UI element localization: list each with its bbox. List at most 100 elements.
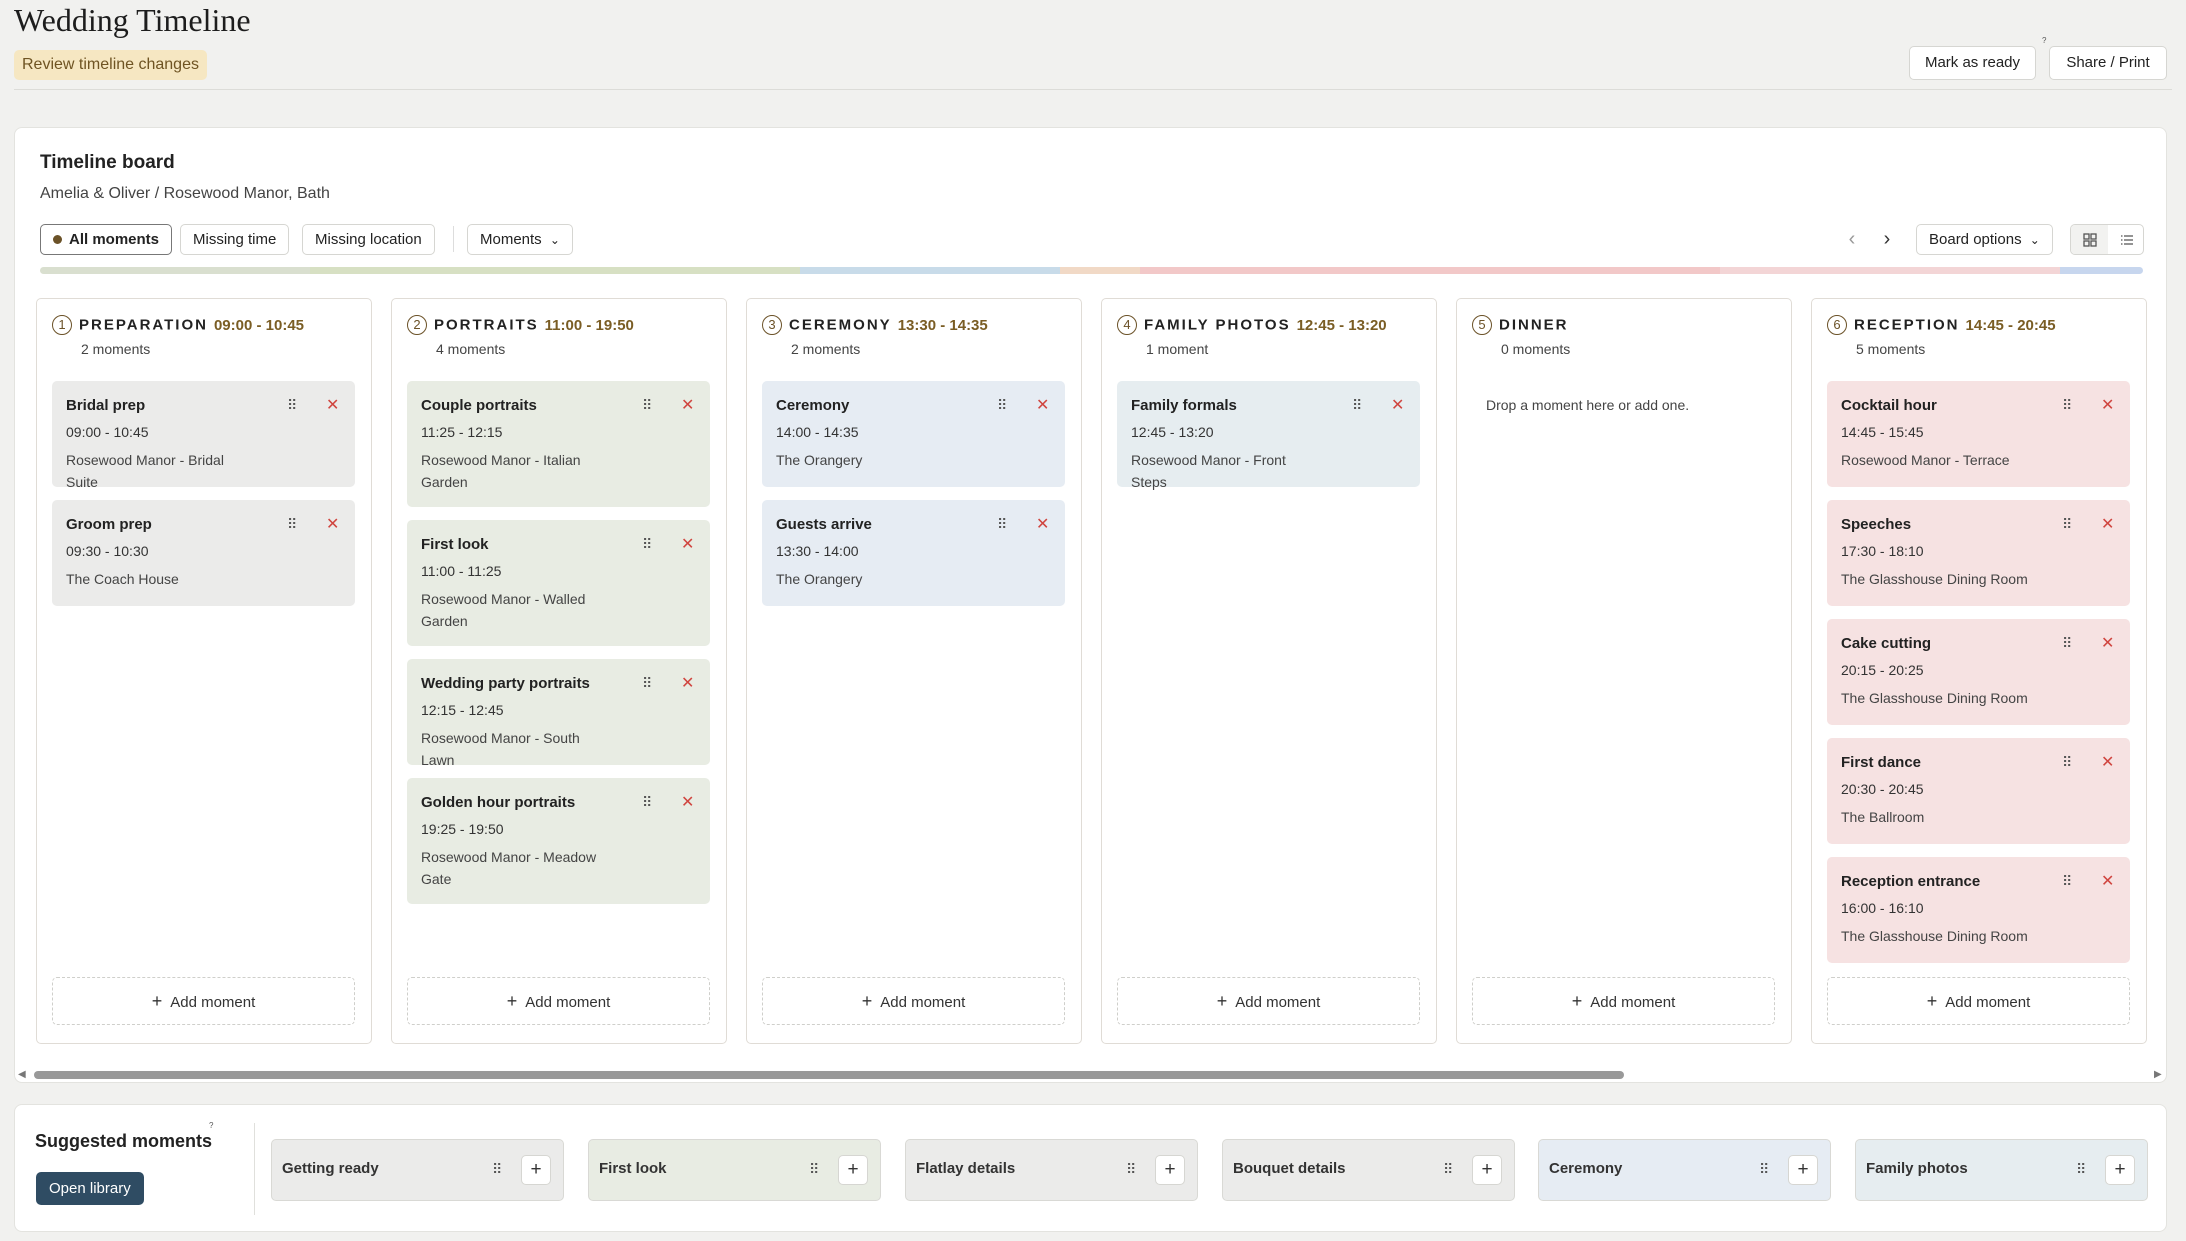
help-icon[interactable]: ? bbox=[2042, 36, 2046, 45]
share-print-button[interactable]: Share / Print bbox=[2049, 46, 2167, 80]
add-suggested-icon[interactable]: + bbox=[2105, 1155, 2135, 1185]
moment-card[interactable]: Reception entrance 16:00 - 16:10 The Glass… bbox=[1827, 857, 2130, 963]
add-suggested-icon[interactable]: + bbox=[1472, 1155, 1502, 1185]
next-arrow-icon[interactable]: › bbox=[1874, 226, 1900, 254]
list-view-icon[interactable] bbox=[2108, 225, 2143, 254]
horizontal-scrollbar[interactable]: ◀ ▶ bbox=[14, 1069, 2167, 1082]
drag-handle-icon[interactable]: ⠿ bbox=[2062, 754, 2072, 770]
moment-card[interactable]: Guests arrive 13:30 - 14:00 The Orangery ⠿ ✕ bbox=[762, 500, 1065, 606]
suggested-moment-card[interactable]: Family photos ⠿ + bbox=[1855, 1139, 2148, 1201]
remove-icon[interactable]: ✕ bbox=[681, 534, 694, 554]
suggested-moment-card[interactable]: Flatlay details ⠿ + bbox=[905, 1139, 1198, 1201]
add-moment-button[interactable]: + Add moment bbox=[1117, 977, 1420, 1025]
suggested-moment-card[interactable]: First look ⠿ + bbox=[588, 1139, 881, 1201]
filter-missing-time[interactable]: Missing time bbox=[180, 224, 290, 255]
moment-time: 17:30 - 18:10 bbox=[1841, 543, 1924, 559]
drag-handle-icon[interactable]: ⠿ bbox=[997, 516, 1007, 532]
plus-icon: + bbox=[861, 991, 873, 1011]
stripe-segment bbox=[800, 267, 1060, 274]
moment-location: Rosewood Manor - Front Steps bbox=[1131, 452, 1286, 490]
moment-card[interactable]: Cocktail hour 14:45 - 15:45 Rosewood Manor… bbox=[1827, 381, 2130, 487]
drag-handle-icon[interactable]: ⠿ bbox=[642, 675, 652, 691]
stripe-segment bbox=[310, 267, 800, 274]
moment-card[interactable]: Wedding party portraits 12:15 - 12:45 Rose… bbox=[407, 659, 710, 768]
remove-icon[interactable]: ✕ bbox=[2101, 752, 2114, 772]
filter-missing-location[interactable]: Missing location bbox=[302, 224, 435, 255]
drag-handle-icon[interactable]: ⠿ bbox=[1126, 1161, 1136, 1177]
suggested-moment-card[interactable]: Ceremony ⠿ + bbox=[1538, 1139, 1831, 1201]
moment-location: Rosewood Manor - South Lawn bbox=[421, 730, 580, 768]
moments-dropdown[interactable]: Moments ⌄ bbox=[467, 224, 573, 255]
drag-handle-icon[interactable]: ⠿ bbox=[2062, 873, 2072, 889]
prev-arrow-icon[interactable]: ‹ bbox=[1839, 226, 1865, 254]
drag-handle-icon[interactable]: ⠿ bbox=[642, 397, 652, 413]
add-moment-button[interactable]: + Add moment bbox=[1827, 977, 2130, 1025]
scroll-right-arrow-icon[interactable]: ▶ bbox=[2154, 1069, 2162, 1080]
drag-handle-icon[interactable]: ⠿ bbox=[2062, 635, 2072, 651]
column-moment-count: 5 moments bbox=[1856, 341, 1926, 357]
suggested-moment-card[interactable]: Getting ready ⠿ + bbox=[271, 1139, 564, 1201]
open-library-button[interactable]: Open library bbox=[36, 1172, 144, 1205]
remove-icon[interactable]: ✕ bbox=[2101, 871, 2114, 891]
moment-card[interactable]: Couple portraits 11:25 - 12:15 Rosewood Ma… bbox=[407, 381, 710, 507]
board-options-dropdown[interactable]: Board options ⌄ bbox=[1916, 224, 2053, 255]
add-suggested-icon[interactable]: + bbox=[1155, 1155, 1185, 1185]
drag-handle-icon[interactable]: ⠿ bbox=[1759, 1161, 1769, 1177]
add-moment-button[interactable]: + Add moment bbox=[52, 977, 355, 1025]
plus-icon: + bbox=[506, 991, 518, 1011]
drag-handle-icon[interactable]: ⠿ bbox=[2076, 1161, 2086, 1177]
drag-handle-icon[interactable]: ⠿ bbox=[642, 794, 652, 810]
add-moment-button[interactable]: + Add moment bbox=[407, 977, 710, 1025]
moment-card[interactable]: Family formals 12:45 - 13:20 Rosewood Mano… bbox=[1117, 381, 1420, 490]
moment-location: Rosewood Manor - Italian Garden bbox=[421, 452, 581, 490]
remove-icon[interactable]: ✕ bbox=[1036, 395, 1049, 415]
moment-card[interactable]: Cake cutting 20:15 - 20:25 The Glasshouse … bbox=[1827, 619, 2130, 725]
scroll-left-arrow-icon[interactable]: ◀ bbox=[18, 1069, 26, 1080]
remove-icon[interactable]: ✕ bbox=[2101, 633, 2114, 653]
remove-icon[interactable]: ✕ bbox=[1036, 514, 1049, 534]
drag-handle-icon[interactable]: ⠿ bbox=[287, 516, 297, 532]
drag-handle-icon[interactable]: ⠿ bbox=[2062, 516, 2072, 532]
review-changes-badge[interactable]: Review timeline changes bbox=[14, 50, 207, 80]
moment-card[interactable]: First dance 20:30 - 20:45 The Ballroom ⠿ ✕ bbox=[1827, 738, 2130, 844]
column-name: DINNER bbox=[1499, 316, 1569, 334]
column-time-range: 14:45 - 20:45 bbox=[1965, 316, 2056, 334]
moment-card[interactable]: Groom prep 09:30 - 10:30 The Coach House ⠿ ✕ bbox=[52, 500, 355, 606]
remove-icon[interactable]: ✕ bbox=[326, 395, 339, 415]
chevron-down-icon: ⌄ bbox=[2029, 233, 2040, 247]
remove-icon[interactable]: ✕ bbox=[2101, 514, 2114, 534]
remove-icon[interactable]: ✕ bbox=[681, 673, 694, 693]
grid-view-icon[interactable] bbox=[2071, 225, 2108, 254]
moment-title: Couple portraits bbox=[421, 397, 537, 414]
drag-handle-icon[interactable]: ⠿ bbox=[997, 397, 1007, 413]
drag-handle-icon[interactable]: ⠿ bbox=[287, 397, 297, 413]
add-moment-label: Add moment bbox=[880, 994, 966, 1011]
moment-card[interactable]: Golden hour portraits 19:25 - 19:50 Rosewo… bbox=[407, 778, 710, 904]
remove-icon[interactable]: ✕ bbox=[1391, 395, 1404, 415]
add-suggested-icon[interactable]: + bbox=[838, 1155, 868, 1185]
add-suggested-icon[interactable]: + bbox=[521, 1155, 551, 1185]
drag-handle-icon[interactable]: ⠿ bbox=[2062, 397, 2072, 413]
moment-card[interactable]: Bridal prep 09:00 - 10:45 Rosewood Manor -… bbox=[52, 381, 355, 490]
add-suggested-icon[interactable]: + bbox=[1788, 1155, 1818, 1185]
scrollbar-thumb[interactable] bbox=[34, 1071, 1624, 1079]
drag-handle-icon[interactable]: ⠿ bbox=[809, 1161, 819, 1177]
moment-card[interactable]: Ceremony 14:00 - 14:35 The Orangery ⠿ ✕ bbox=[762, 381, 1065, 487]
remove-icon[interactable]: ✕ bbox=[681, 792, 694, 812]
drag-handle-icon[interactable]: ⠿ bbox=[1352, 397, 1362, 413]
add-moment-button[interactable]: + Add moment bbox=[762, 977, 1065, 1025]
filter-all-moments[interactable]: All moments bbox=[40, 224, 173, 255]
drag-handle-icon[interactable]: ⠿ bbox=[492, 1161, 502, 1177]
add-moment-button[interactable]: + Add moment bbox=[1472, 977, 1775, 1025]
mark-ready-button[interactable]: Mark as ready bbox=[1909, 46, 2036, 80]
drag-handle-icon[interactable]: ⠿ bbox=[1443, 1161, 1453, 1177]
suggested-moment-card[interactable]: Bouquet details ⠿ + bbox=[1222, 1139, 1515, 1201]
remove-icon[interactable]: ✕ bbox=[326, 514, 339, 534]
remove-icon[interactable]: ✕ bbox=[2101, 395, 2114, 415]
help-icon[interactable]: ? bbox=[209, 1121, 213, 1130]
remove-icon[interactable]: ✕ bbox=[681, 395, 694, 415]
drag-handle-icon[interactable]: ⠿ bbox=[642, 536, 652, 552]
moment-card[interactable]: First look 11:00 - 11:25 Rosewood Manor - … bbox=[407, 520, 710, 646]
moment-time: 12:45 - 13:20 bbox=[1131, 424, 1214, 440]
moment-card[interactable]: Speeches 17:30 - 18:10 The Glasshouse Dini… bbox=[1827, 500, 2130, 606]
